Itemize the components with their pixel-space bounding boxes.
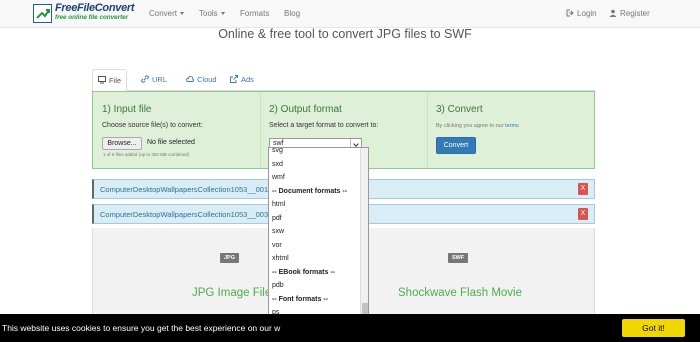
register-label: Register	[620, 9, 650, 18]
file-name: ComputerDesktopWallpapersCollection1053_…	[100, 210, 269, 219]
dropdown-group-label: -- Document formats --	[272, 187, 348, 195]
chevron-down-icon	[220, 12, 225, 15]
remove-file-button[interactable]: X	[578, 183, 588, 195]
nav-formats-link[interactable]: Formats	[240, 9, 269, 18]
dropdown-option[interactable]: html	[269, 198, 361, 212]
link-icon	[141, 75, 149, 83]
dropdown-group-label: -- Font formats --	[272, 295, 328, 303]
files-count-current: 1	[103, 152, 106, 157]
dropdown-option[interactable]: vor	[269, 239, 361, 253]
user-icon	[609, 9, 617, 17]
site-logo[interactable]: FreeFileConvert free online file convert…	[33, 3, 141, 23]
convert-button[interactable]: Convert	[436, 137, 476, 154]
dropdown-option[interactable]: sxd	[269, 158, 361, 172]
files-added-count: 1 of 5 files added (up to 300 MB combine…	[103, 152, 189, 157]
chevron-down-icon	[180, 12, 185, 15]
terms-prefix: By clicking you agree to our	[436, 123, 506, 129]
nav-convert-label: Convert	[149, 9, 178, 18]
external-link-icon	[230, 75, 238, 83]
tab-url-label: URL	[152, 75, 168, 84]
cloud-icon	[186, 75, 194, 82]
step-output-desc: Select a target format to convert to:	[269, 122, 379, 129]
source-format-name[interactable]: JPG Image File	[192, 287, 271, 299]
dropdown-option[interactable]: wmf	[269, 171, 361, 185]
dropdown-option[interactable]: xhtml	[269, 252, 361, 266]
step-input: 1) Input file Choose source file(s) to c…	[93, 92, 260, 168]
terms-notice: By clicking you agree to our terms	[436, 123, 519, 129]
input-tabs: File URL Cloud Ads	[92, 69, 595, 92]
terms-link[interactable]: terms	[505, 123, 519, 129]
tab-url[interactable]: URL	[141, 69, 167, 91]
target-format-name[interactable]: Shockwave Flash Movie	[398, 287, 522, 299]
dropdown-option[interactable]: pdb	[269, 279, 361, 293]
tab-ads[interactable]: Ads	[230, 69, 254, 91]
tab-file[interactable]: File	[92, 69, 128, 92]
dropdown-option[interactable]: pdf	[269, 212, 361, 226]
cookie-banner: This website uses cookies to ensure you …	[0, 314, 700, 342]
dropdown-option[interactable]: sxw	[269, 225, 361, 239]
login-link[interactable]: Login	[566, 9, 597, 18]
dropdown-scrollbar[interactable]	[360, 148, 368, 341]
step-input-desc: Choose source file(s) to convert:	[102, 122, 203, 129]
remove-file-button[interactable]: X	[578, 208, 588, 220]
nav-convert-menu[interactable]: Convert	[149, 9, 185, 18]
page-title: Online & free tool to convert JPG files …	[218, 27, 472, 41]
login-icon	[566, 9, 574, 17]
logo-title: FreeFileConvert	[55, 2, 135, 14]
logo-subtitle: free online file converter	[55, 14, 129, 21]
files-count-rest: files added (up to 300 MB combined)	[115, 152, 190, 157]
tab-ads-label: Ads	[241, 75, 254, 84]
output-format-value: swf	[273, 140, 284, 147]
dropdown-option[interactable]: svg	[269, 148, 361, 158]
login-label: Login	[577, 9, 597, 18]
files-count-max: 5	[111, 152, 115, 157]
top-navbar: FreeFileConvert free online file convert…	[0, 0, 700, 28]
source-format-badge: JPG	[220, 253, 240, 263]
nav-tools-label: Tools	[199, 9, 218, 18]
nav-tools-menu[interactable]: Tools	[199, 9, 225, 18]
monitor-icon	[98, 76, 106, 84]
tab-cloud[interactable]: Cloud	[186, 69, 217, 91]
cookie-message: This website uses cookies to ensure you …	[2, 323, 281, 333]
file-status: No file selected	[147, 139, 195, 146]
tab-cloud-label: Cloud	[197, 75, 217, 84]
step-convert: 3) Convert	[427, 92, 594, 168]
nav-blog-link[interactable]: Blog	[284, 9, 300, 18]
browse-button[interactable]: Browse...	[102, 137, 142, 150]
dropdown-group-label: -- EBook formats --	[272, 268, 335, 276]
tab-file-label: File	[109, 76, 122, 85]
target-format-badge: SWF	[448, 253, 469, 263]
cookie-accept-button[interactable]: Got it!	[622, 319, 685, 337]
register-link[interactable]: Register	[609, 9, 650, 18]
format-dropdown-list: svg sxd wmf -- Document formats -- html pdf sx…	[268, 147, 369, 342]
logo-icon	[33, 3, 52, 23]
step-output-title: 2) Output format	[269, 104, 342, 115]
step-input-title: 1) Input file	[102, 104, 152, 115]
files-count-of: of	[106, 152, 111, 157]
file-name: ComputerDesktopWallpapersCollection1053_…	[100, 185, 269, 194]
step-convert-title: 3) Convert	[436, 104, 483, 115]
